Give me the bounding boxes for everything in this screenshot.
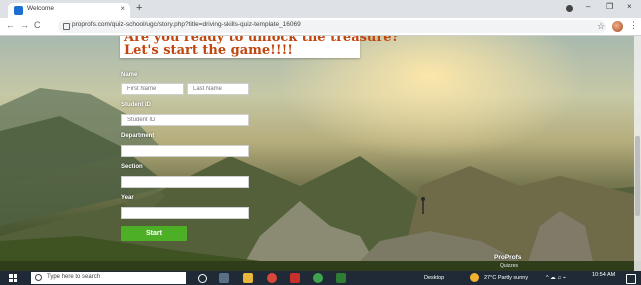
browser-window: Welcome × + – ❐ × ← → C proprofs.com/qui… bbox=[0, 0, 641, 285]
account-icon[interactable] bbox=[566, 5, 573, 12]
year-label: Year bbox=[121, 195, 134, 201]
windows-taskbar: Type here to search Desktop 27°C Partly … bbox=[0, 271, 641, 285]
year-input[interactable] bbox=[121, 207, 249, 219]
profile-avatar[interactable] bbox=[612, 21, 623, 32]
search-icon bbox=[35, 274, 42, 281]
system-tray-icons[interactable]: ^ ☁ ♫ ⌁ bbox=[546, 275, 566, 281]
tab-title: Welcome bbox=[27, 5, 54, 12]
chrome-profile-icon[interactable] bbox=[313, 273, 323, 283]
student-id-input[interactable] bbox=[121, 114, 249, 126]
scrollbar-thumb[interactable] bbox=[635, 136, 640, 216]
quiz-heading: Are you ready to unlock the treasure? Le… bbox=[120, 36, 399, 58]
excel-icon[interactable] bbox=[336, 273, 346, 283]
tab-strip: Welcome × + – ❐ × bbox=[0, 0, 641, 18]
proprofs-logo[interactable]: ProProfs bbox=[494, 254, 521, 261]
tab-welcome[interactable]: Welcome × bbox=[8, 3, 130, 18]
lock-icon bbox=[63, 23, 70, 30]
desktop-toolbar-label[interactable]: Desktop bbox=[424, 275, 444, 281]
browser-toolbar: ← → C proprofs.com/quiz-school/ugc/story… bbox=[0, 18, 641, 36]
department-label: Department bbox=[121, 133, 155, 139]
bookmark-star-icon[interactable]: ☆ bbox=[597, 21, 605, 32]
heading-line-2: Let's start the game!!!! bbox=[124, 43, 293, 58]
name-label: Name bbox=[121, 72, 138, 78]
section-label: Section bbox=[121, 164, 143, 170]
mountain-background-image bbox=[0, 88, 641, 271]
start-button[interactable]: Start bbox=[121, 226, 187, 241]
cortana-icon[interactable] bbox=[198, 274, 207, 283]
task-view-icon[interactable] bbox=[219, 273, 229, 283]
weather-sun-icon[interactable] bbox=[470, 273, 479, 282]
favicon-icon bbox=[14, 6, 23, 15]
windows-start-icon[interactable] bbox=[9, 274, 17, 282]
acrobat-icon[interactable] bbox=[290, 273, 300, 283]
last-name-input[interactable] bbox=[187, 83, 249, 95]
proprofs-sub-label: Quizzes bbox=[500, 263, 519, 269]
close-window-button[interactable]: × bbox=[627, 2, 632, 11]
notification-icon[interactable] bbox=[626, 274, 636, 284]
department-input[interactable] bbox=[121, 145, 249, 157]
reload-button[interactable]: C bbox=[34, 20, 41, 30]
taskbar-search-box[interactable]: Type here to search bbox=[31, 272, 186, 284]
url-text[interactable]: proprofs.com/quiz-school/ugc/story.php?t… bbox=[72, 21, 301, 28]
first-name-input[interactable] bbox=[121, 83, 184, 95]
page-viewport: Are you ready to unlock the treasure? Le… bbox=[0, 36, 641, 271]
page-scrollbar[interactable] bbox=[634, 36, 641, 271]
back-button[interactable]: ← bbox=[6, 20, 15, 30]
weather-text[interactable]: 27°C Partly sunny bbox=[484, 275, 528, 281]
address-bar[interactable]: proprofs.com/quiz-school/ugc/story.php?t… bbox=[58, 20, 606, 33]
maximize-button[interactable]: ❐ bbox=[606, 2, 613, 11]
forward-button[interactable]: → bbox=[20, 20, 29, 30]
section-input[interactable] bbox=[121, 176, 249, 188]
browser-menu-icon[interactable]: ⋮ bbox=[629, 20, 638, 31]
chrome-icon[interactable] bbox=[267, 273, 277, 283]
student-id-label: Student ID bbox=[121, 102, 151, 108]
new-tab-button[interactable]: + bbox=[136, 2, 142, 14]
minimize-button[interactable]: – bbox=[586, 2, 590, 11]
clock-time[interactable]: 10:54 AM bbox=[592, 272, 615, 278]
tab-close-icon[interactable]: × bbox=[120, 4, 125, 13]
taskbar-search-placeholder: Type here to search bbox=[47, 274, 101, 280]
file-explorer-icon[interactable] bbox=[243, 273, 253, 283]
